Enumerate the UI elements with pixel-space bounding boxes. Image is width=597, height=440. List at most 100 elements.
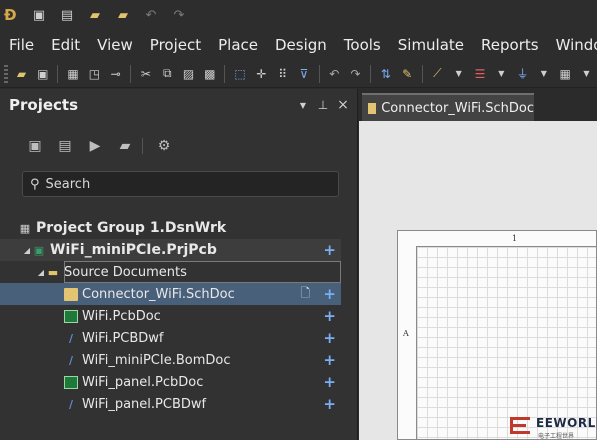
save-icon[interactable]: ▣ [32,63,53,85]
save-icon[interactable]: ▣ [28,4,50,26]
menu-reports[interactable]: Reports [472,30,547,60]
tree-item-label: WiFi_miniPCIe.BomDoc [82,352,231,368]
watermark-text: EEWORLD [536,416,597,430]
collapse-arrow-icon[interactable]: ◢ [22,246,32,255]
toolbar-separator [142,138,143,154]
project-options-icon[interactable]: ▶ [80,138,110,154]
highlight-icon[interactable]: ✎ [396,63,417,85]
dropdown-arrow-icon[interactable]: ▼ [448,63,469,85]
tree-item-file[interactable]: ∕ WiFi.PCBDwf + [0,327,358,349]
menu-view[interactable]: View [88,30,141,60]
copy-icon[interactable]: ⧉ [157,63,178,85]
schematic-sheet[interactable]: 1 A [397,230,597,440]
toolbar-separator [370,64,372,83]
sheet-grid [416,246,596,439]
tree-item-file[interactable]: WiFi.PcbDoc + [0,305,358,327]
schematic-doc-icon [368,102,377,114]
document-tab[interactable]: Connector_WiFi.SchDoc [362,93,534,121]
clear-filter-icon[interactable]: ⊽ [293,63,314,85]
move-icon[interactable]: ✛ [251,63,272,85]
search-input[interactable]: ⚲ Search [22,171,339,197]
tree-item-file[interactable]: ∕ WiFi_miniPCIe.BomDoc + [0,349,358,371]
pcb-doc-icon [64,309,78,323]
tree-item-project-group[interactable]: ▦ Project Group 1.DsnWrk [0,217,358,239]
menu-tools[interactable]: Tools [335,30,389,60]
grid-icon[interactable]: ▦ [555,63,576,85]
add-icon[interactable]: + [323,307,336,325]
redo-icon[interactable]: ↷ [345,63,366,85]
redo-icon[interactable]: ↷ [168,4,190,26]
cut-icon[interactable]: ✂ [135,63,156,85]
undo-icon[interactable]: ↶ [324,63,345,85]
open-project-icon[interactable]: ▰ [112,4,134,26]
paste-icon[interactable]: ▨ [178,63,199,85]
add-icon[interactable]: + [323,285,336,303]
add-folder-icon[interactable]: ▰ [110,138,140,154]
open-folder-icon[interactable]: ▰ [84,4,106,26]
select-icon[interactable]: ⠿ [272,63,293,85]
tree-item-file[interactable]: ∕ WiFi_panel.PCBDwf + [0,393,358,415]
bom-doc-icon: ∕ [68,353,74,367]
select-area-icon[interactable]: ⬚ [229,63,250,85]
tree-item-file[interactable]: WiFi_panel.PcbDoc + [0,371,358,393]
schematic-doc-icon [64,287,78,301]
power-port-icon[interactable]: ⏚ [512,63,533,85]
pin-icon[interactable]: ⊥ [313,98,333,112]
tree-item-project[interactable]: ◢ ▣ WiFi_miniPCIe.PrjPcb + [0,239,341,261]
tree-item-label: WiFi.PcbDoc [82,308,161,324]
tree-item-label: Project Group 1.DsnWrk [36,220,227,236]
open-icon[interactable]: ▰ [11,63,32,85]
menu-window[interactable]: Window [547,30,597,60]
tree-item-label: Connector_WiFi.SchDoc [82,286,235,302]
save-all-icon[interactable]: ▤ [56,4,78,26]
dropdown-arrow-icon[interactable]: ▼ [576,63,597,85]
menu-project[interactable]: Project [141,30,209,60]
tree-item-file-selected[interactable]: Connector_WiFi.SchDoc 🗋 + [0,283,341,305]
dropdown-arrow-icon[interactable]: ▼ [533,63,554,85]
gear-icon[interactable]: ⚙ [149,138,179,154]
save-all-icon[interactable]: ▤ [50,138,80,154]
undo-icon[interactable]: ↶ [140,4,162,26]
panel-header: Projects ▼ ⊥ × [0,89,357,121]
net-color-icon[interactable]: ⇅ [375,63,396,85]
menu-place[interactable]: Place [209,30,266,60]
zoom-icon[interactable]: ◳ [84,63,105,85]
menu-file[interactable]: File [0,30,42,60]
cross-probe-icon[interactable]: ⊸ [105,63,126,85]
add-icon[interactable]: + [323,329,336,347]
document-tab-bar: Connector_WiFi.SchDoc [359,89,597,121]
add-icon[interactable]: + [323,373,336,391]
toolbar-grip[interactable] [4,64,8,83]
save-icon[interactable]: ▣ [20,138,50,154]
watermark: EEWORLD 电子工程世界 [508,412,597,440]
schematic-toolbar: ▰ ▣ ▦ ◳ ⊸ ✂ ⧉ ▨ ▩ ⬚ ✛ ⠿ ⊽ ↶ ↷ ⇅ ✎ ⟋ ▼ ☰ … [0,60,597,88]
wire-icon[interactable]: ⟋ [427,63,448,85]
focus-outline [64,261,341,283]
add-icon[interactable]: + [323,241,336,259]
print-preview-icon[interactable]: ▦ [62,63,83,85]
toolbar-separator [224,64,226,83]
menu-design[interactable]: Design [266,30,335,60]
menu-edit[interactable]: Edit [42,30,88,60]
add-icon[interactable]: + [323,351,336,369]
bus-icon[interactable]: ☰ [469,63,490,85]
close-icon[interactable]: × [333,97,353,113]
draftsman-doc-icon: ∕ [68,397,74,411]
toolbar-separator [421,64,423,83]
menu-bar: File Edit View Project Place Design Tool… [0,30,597,60]
panel-menu-icon[interactable]: ▼ [293,101,313,110]
panel-toolbar: ▣ ▤ ▶ ▰ ⚙ [0,121,357,171]
schematic-canvas[interactable]: 1 A [359,121,597,440]
menu-simulate[interactable]: Simulate [389,30,472,60]
collapse-arrow-icon[interactable]: ◢ [36,268,46,277]
app-logo-icon: Ð [4,6,17,24]
document-tab-label: Connector_WiFi.SchDoc [381,100,534,116]
rubber-stamp-icon[interactable]: ▩ [199,63,220,85]
pcb-doc-icon [64,375,78,389]
add-icon[interactable]: + [323,395,336,413]
tree-item-folder[interactable]: ◢ ▬ Source Documents [0,261,358,283]
dropdown-arrow-icon[interactable]: ▼ [491,63,512,85]
watermark-logo-icon [510,417,530,434]
open-document-icon[interactable]: 🗋 [300,284,310,305]
draftsman-doc-icon: ∕ [68,331,74,345]
